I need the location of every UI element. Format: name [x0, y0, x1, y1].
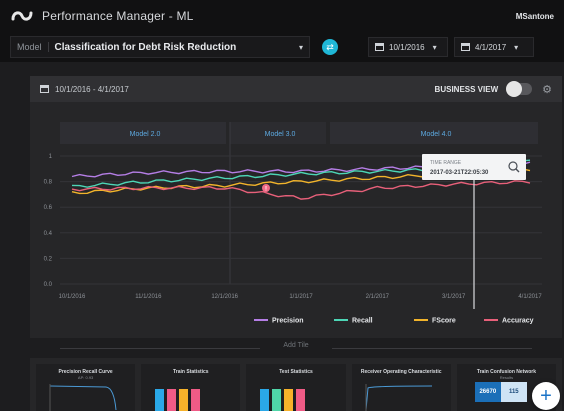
confusion-cell: 26670	[474, 382, 501, 402]
end-date-picker[interactable]: 4/1/2017 ▾	[454, 37, 534, 57]
confusion-cells: 26670 115	[474, 382, 527, 402]
add-tile[interactable]: Add Tile	[30, 342, 562, 354]
performance-chart: Model 2.0 Model 3.0 Model 4.0 0.0 0.2 0.4 0.6…	[44, 122, 542, 325]
tooltip-box	[422, 154, 526, 180]
model-select[interactable]: Model Classification for Debt Risk Reduc…	[10, 36, 310, 58]
app-logo-icon[interactable]	[10, 8, 34, 24]
tooltip-title: TIME RANGE	[430, 160, 462, 166]
tile-subtitle: Results	[499, 375, 514, 380]
x-tick-label: 3/1/2017	[442, 294, 466, 300]
tile-roc[interactable]: Receiver Operating Characteristic	[351, 364, 451, 411]
tile-subtitle: AP: 0.93	[77, 375, 94, 380]
add-button[interactable]: +	[532, 382, 560, 410]
legend-label: Recall	[352, 318, 373, 325]
y-tick-label: 0.4	[44, 231, 53, 237]
tile-test-statistics[interactable]: Test Statistics	[246, 364, 346, 411]
x-tick-label: 10/1/2016	[59, 294, 86, 300]
bar	[167, 389, 177, 411]
refresh-icon: ⇄	[326, 41, 334, 52]
tile-title: Receiver Operating Characteristic	[360, 369, 442, 375]
legend-label: FScore	[432, 318, 456, 325]
chevron-down-icon: ▾	[298, 42, 303, 52]
y-tick-label: 0.6	[44, 205, 53, 211]
annotation-marker-label: !	[265, 187, 267, 193]
train-stat-bars	[155, 389, 201, 411]
model-version-label: Model 2.0	[130, 131, 161, 138]
pr-curve	[49, 384, 117, 411]
chevron-down-icon: ▾	[432, 42, 437, 52]
tile-train-statistics[interactable]: Train Statistics	[141, 364, 241, 411]
business-view-toggle[interactable]	[506, 81, 533, 97]
start-date-picker[interactable]: 10/1/2016 ▾	[368, 37, 448, 57]
tile-precision-recall[interactable]: Precision Recall Curve AP: 0.93	[36, 364, 136, 411]
model-label: Model	[17, 42, 49, 52]
model-name: Classification for Debt Risk Reduction	[54, 41, 237, 53]
bar	[191, 389, 201, 411]
top-bar: Performance Manager - ML MSantone	[0, 0, 564, 32]
end-date: 4/1/2017	[475, 42, 507, 52]
toggle-knob	[506, 81, 523, 97]
business-view-label: BUSINESS VIEW	[434, 84, 499, 94]
bar	[296, 389, 306, 411]
app-title: Performance Manager - ML	[42, 9, 194, 23]
model-toolbar: Model Classification for Debt Risk Reduc…	[0, 32, 564, 62]
bar	[260, 389, 270, 411]
x-tick-label: 11/1/2016	[135, 294, 162, 300]
chevron-down-icon: ▾	[514, 42, 519, 52]
panel-date-range: 10/1/2016 - 4/1/2017	[55, 84, 129, 94]
panel-header: 10/1/2016 - 4/1/2017 BUSINESS VIEW ⚙	[30, 76, 562, 102]
y-tick-label: 0.8	[44, 180, 53, 186]
x-tick-label: 1/1/2017	[289, 294, 313, 300]
tile-title: Train Statistics	[173, 369, 209, 375]
start-date: 10/1/2016	[389, 42, 425, 52]
performance-panel: 10/1/2016 - 4/1/2017 BUSINESS VIEW ⚙ Mod…	[30, 76, 562, 338]
x-tick-label: 12/1/2016	[211, 294, 238, 300]
calendar-icon	[461, 43, 470, 51]
model-version-label: Model 3.0	[265, 131, 296, 138]
refresh-button[interactable]: ⇄	[322, 39, 338, 55]
tooltip-value: 2017-03-21T22:05:30	[430, 170, 489, 176]
calendar-icon	[40, 85, 49, 93]
bar	[179, 389, 189, 411]
calendar-icon	[375, 43, 384, 51]
user-name[interactable]: MSantone	[516, 12, 554, 21]
y-tick-label: 1	[49, 154, 53, 160]
y-tick-label: 0.2	[44, 256, 53, 262]
test-stat-bars	[260, 389, 306, 411]
x-tick-label: 4/1/2017	[518, 294, 542, 300]
bar	[284, 389, 294, 411]
y-tick-label: 0.0	[44, 282, 53, 288]
tiles-row: Precision Recall Curve AP: 0.93 Train St…	[30, 358, 562, 411]
x-tick-label: 2/1/2017	[366, 294, 390, 300]
tile-title: Test Statistics	[279, 369, 313, 375]
gear-icon[interactable]: ⚙	[542, 83, 552, 96]
bar	[155, 389, 165, 411]
model-version-label: Model 4.0	[421, 131, 452, 138]
roc-curve	[365, 384, 432, 411]
confusion-cell: 115	[500, 382, 527, 402]
bar	[272, 389, 282, 411]
legend-label: Precision	[272, 318, 304, 325]
legend-label: Accuracy	[502, 318, 534, 325]
